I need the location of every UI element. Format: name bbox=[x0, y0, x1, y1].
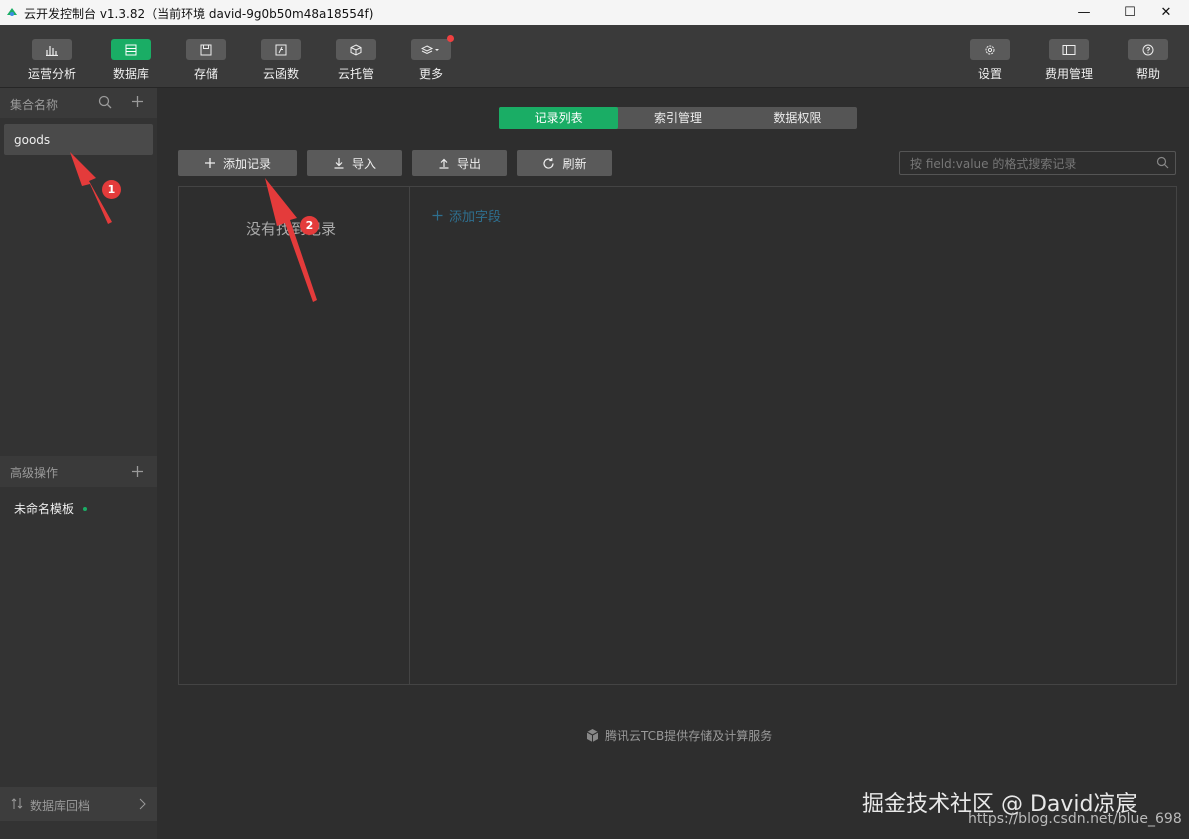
tab-records[interactable]: 记录列表 bbox=[499, 107, 619, 129]
service-note: 腾讯云TCB提供存储及计算服务 bbox=[585, 727, 772, 744]
function-icon bbox=[275, 44, 287, 55]
advanced-header-label: 高级操作 bbox=[10, 466, 59, 480]
toolbar-analytics-label: 运营分析 bbox=[27, 67, 76, 81]
save-icon bbox=[200, 44, 212, 55]
toolbar-billing-label: 费用管理 bbox=[1044, 67, 1093, 81]
toolbar-help-label: 帮助 bbox=[1135, 67, 1160, 81]
service-note-label: 腾讯云TCB提供存储及计算服务 bbox=[605, 729, 773, 743]
toolbar-hosting-label: 云托管 bbox=[337, 67, 374, 81]
tencent-cloud-icon bbox=[586, 729, 599, 742]
billing-icon bbox=[1062, 44, 1076, 55]
record-search[interactable] bbox=[899, 151, 1176, 175]
toolbar-billing[interactable]: 费用管理 bbox=[1039, 39, 1099, 82]
window-title: 云开发控制台 v1.3.82（当前环境 david-9g0b50m48a1855… bbox=[24, 7, 374, 21]
import-button[interactable]: 导入 bbox=[307, 150, 402, 176]
export-button[interactable]: 导出 bbox=[412, 150, 507, 176]
layers-icon bbox=[421, 44, 439, 54]
annotation-badge-1: 1 bbox=[102, 180, 121, 199]
collection-item-goods[interactable]: goods bbox=[4, 124, 153, 155]
toolbar-database-label: 数据库 bbox=[112, 67, 149, 81]
notification-dot bbox=[447, 35, 454, 42]
add-field-label: 添加字段 bbox=[449, 210, 502, 225]
close-button[interactable]: ✕ bbox=[1143, 0, 1189, 25]
toolbar-more-label: 更多 bbox=[418, 67, 443, 81]
rollback-icon bbox=[11, 798, 23, 809]
toolbar-analytics[interactable]: 运营分析 bbox=[22, 39, 82, 82]
add-collection-icon[interactable] bbox=[131, 95, 144, 108]
toolbar-functions-label: 云函数 bbox=[262, 67, 299, 81]
import-label: 导入 bbox=[351, 156, 376, 171]
window-titlebar: 云开发控制台 v1.3.82（当前环境 david-9g0b50m48a1855… bbox=[0, 0, 1189, 25]
toolbar-settings-label: 设置 bbox=[977, 67, 1002, 81]
toolbar-hosting[interactable]: 云托管 bbox=[326, 39, 386, 82]
toolbar-help[interactable]: 帮助 bbox=[1118, 39, 1178, 82]
add-record-button[interactable]: 添加记录 bbox=[178, 150, 297, 176]
main-tabs: 记录列表 索引管理 数据权限 bbox=[499, 107, 857, 129]
record-search-input[interactable] bbox=[908, 154, 1152, 174]
maximize-icon: ☐ bbox=[1124, 5, 1136, 20]
template-item[interactable]: 未命名模板 bbox=[14, 500, 74, 517]
template-status-dot bbox=[83, 507, 87, 511]
gear-icon bbox=[985, 45, 995, 54]
app-icon bbox=[7, 8, 17, 16]
collection-item-label: goods bbox=[14, 133, 51, 147]
close-icon: ✕ bbox=[1160, 5, 1172, 20]
export-label: 导出 bbox=[456, 156, 481, 171]
watermark-url: https://blog.csdn.net/blue_698 bbox=[968, 811, 1182, 827]
cube-icon bbox=[350, 43, 362, 56]
database-rollback-label: 数据库回档 bbox=[30, 799, 91, 813]
database-icon bbox=[125, 44, 137, 55]
refresh-label: 刷新 bbox=[562, 156, 587, 171]
toolbar-database[interactable]: 数据库 bbox=[101, 39, 161, 82]
upload-icon bbox=[439, 158, 449, 169]
search-icon[interactable] bbox=[98, 95, 112, 109]
tab-indexes[interactable]: 索引管理 bbox=[618, 107, 737, 129]
toolbar-more[interactable]: 更多 bbox=[401, 35, 461, 82]
plus-icon bbox=[204, 158, 215, 168]
toolbar-settings[interactable]: 设置 bbox=[960, 39, 1020, 82]
collections-header-label: 集合名称 bbox=[10, 98, 59, 112]
record-list-panel bbox=[178, 186, 410, 685]
empty-records-message: 没有找到记录 bbox=[246, 220, 337, 238]
refresh-button[interactable]: 刷新 bbox=[517, 150, 612, 176]
add-record-label: 添加记录 bbox=[222, 156, 271, 171]
collections-sidebar: 集合名称 goods 高级操作 未命名模板 数据库回档 bbox=[0, 88, 157, 839]
record-detail-panel bbox=[410, 186, 1177, 685]
toolbar-storage-label: 存储 bbox=[193, 67, 218, 81]
toolbar-storage[interactable]: 存储 bbox=[176, 39, 236, 82]
chevron-right-icon bbox=[139, 798, 146, 810]
advanced-header: 高级操作 bbox=[0, 456, 157, 487]
main-toolbar: 运营分析 数据库 存储 云函数 云托管 更多 设置 费用管理 帮助 bbox=[0, 25, 1189, 88]
minimize-button[interactable]: — bbox=[1061, 0, 1107, 25]
toolbar-functions[interactable]: 云函数 bbox=[251, 39, 311, 82]
refresh-icon bbox=[543, 157, 555, 169]
minimize-icon: — bbox=[1077, 5, 1091, 20]
database-rollback-button[interactable]: 数据库回档 bbox=[0, 787, 157, 821]
plus-icon bbox=[432, 210, 443, 221]
download-icon bbox=[334, 158, 344, 169]
add-template-icon[interactable] bbox=[131, 465, 144, 478]
add-field-button[interactable]: 添加字段 bbox=[432, 206, 501, 225]
search-icon[interactable] bbox=[1156, 156, 1169, 169]
help-icon bbox=[1142, 44, 1154, 55]
bar-chart-icon bbox=[46, 45, 58, 56]
annotation-badge-2: 2 bbox=[300, 216, 319, 235]
tab-permissions[interactable]: 数据权限 bbox=[738, 107, 857, 129]
collections-header: 集合名称 bbox=[0, 88, 157, 118]
